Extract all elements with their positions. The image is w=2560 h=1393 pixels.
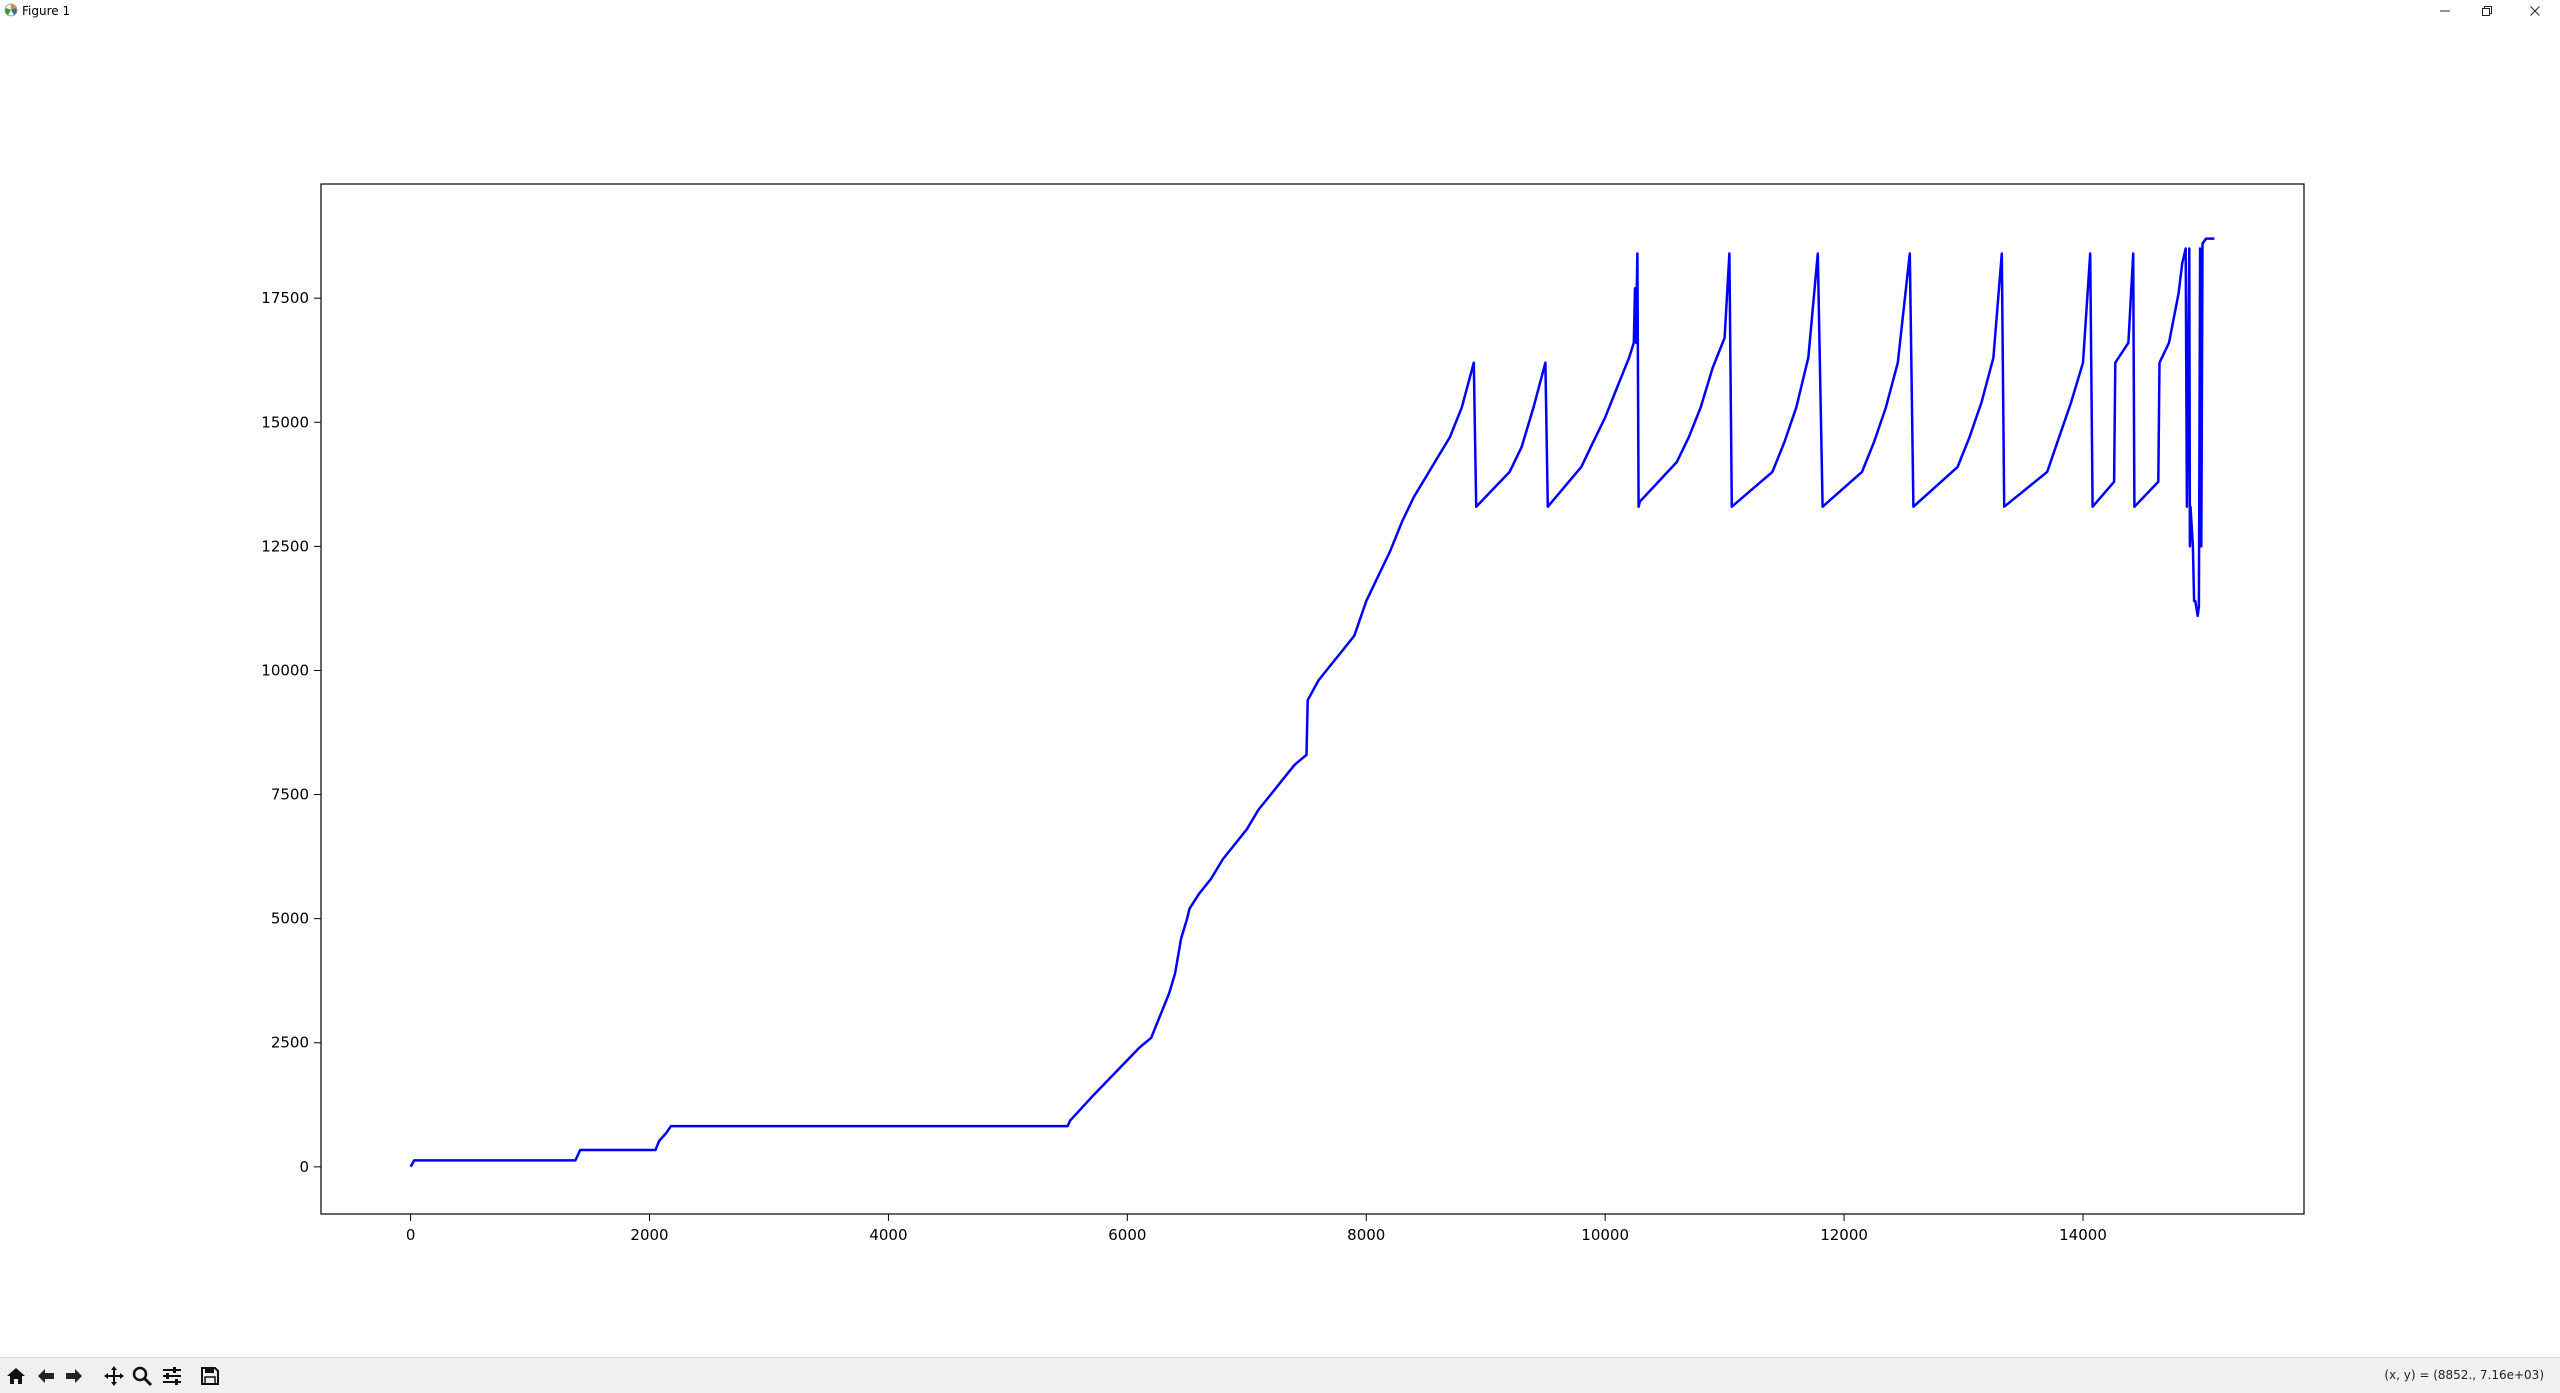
axes-frame <box>320 183 2305 1215</box>
y-tick-label: 0 <box>299 1158 309 1176</box>
x-tick-label: 4000 <box>869 1226 907 1244</box>
series-layer <box>409 237 2215 1168</box>
x-tick-label: 8000 <box>1347 1226 1385 1244</box>
configure-subplots-icon <box>163 1367 181 1385</box>
navigation-toolbar: (x, y) = (8852., 7.16e+03) <box>0 1357 2560 1393</box>
x-tick-label: 0 <box>406 1226 416 1244</box>
save-icon <box>201 1367 219 1385</box>
forward-button[interactable] <box>60 1362 88 1390</box>
y-tick-label: 12500 <box>261 537 309 555</box>
home-icon <box>7 1368 25 1384</box>
forward-icon <box>66 1369 82 1383</box>
x-tick-label: 10000 <box>1581 1226 1629 1244</box>
back-icon <box>38 1369 54 1383</box>
data-series-line-0 <box>409 237 2215 1168</box>
x-tick-label: 6000 <box>1108 1226 1146 1244</box>
y-tick-label: 17500 <box>261 289 309 307</box>
coordinate-readout: (x, y) = (8852., 7.16e+03) <box>2384 1368 2544 1382</box>
matplotlib-icon <box>4 3 18 17</box>
home-button[interactable] <box>2 1362 30 1390</box>
close-button[interactable] <box>2512 0 2558 22</box>
maximize-button[interactable] <box>2464 0 2510 22</box>
window-titlebar: Figure 1 <box>0 0 2560 23</box>
close-icon <box>2530 6 2540 16</box>
x-tick-label: 12000 <box>1820 1226 1868 1244</box>
zoom-icon <box>132 1366 153 1387</box>
y-tick-label: 7500 <box>271 786 309 804</box>
configure-subplots-button[interactable] <box>158 1362 186 1390</box>
window-title: Figure 1 <box>22 4 71 18</box>
y-tick-label: 15000 <box>261 413 309 431</box>
back-button[interactable] <box>32 1362 60 1390</box>
restore-icon <box>2482 6 2492 16</box>
x-tick-label: 2000 <box>630 1226 668 1244</box>
pan-icon <box>104 1366 124 1386</box>
figure-canvas[interactable]: 0 2000 4000 6000 8000 10000 12000 14000 0 2500 500… <box>0 22 2560 1357</box>
axis-ticks: 0 2000 4000 6000 8000 10000 12000 14000 0 2500 500… <box>261 289 2107 1244</box>
line-chart: 0 2000 4000 6000 8000 10000 12000 14000 0 2500 500… <box>261 183 2305 1244</box>
pan-button[interactable] <box>100 1362 128 1390</box>
zoom-button[interactable] <box>128 1362 156 1390</box>
save-button[interactable] <box>196 1362 224 1390</box>
minimize-button[interactable] <box>2422 0 2468 22</box>
minimize-icon <box>2440 10 2450 12</box>
y-tick-label: 5000 <box>271 910 309 928</box>
x-tick-label: 14000 <box>2059 1226 2107 1244</box>
y-tick-label: 2500 <box>271 1034 309 1052</box>
y-tick-label: 10000 <box>261 661 309 679</box>
